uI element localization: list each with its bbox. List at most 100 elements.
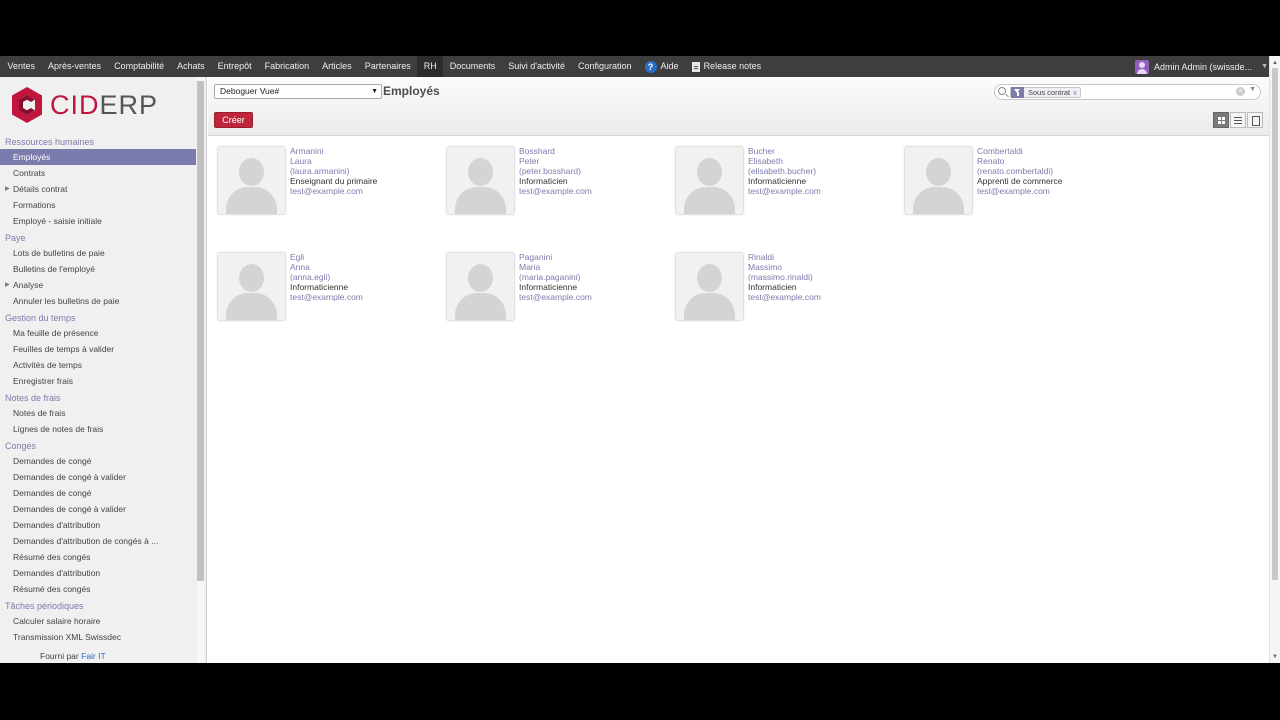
sidebar-item-bulletins-de-l-employe[interactable]: Bulletins de l'employé (0, 261, 196, 277)
view-switcher (1212, 112, 1263, 128)
expand-arrow-icon[interactable]: ▶ (5, 181, 10, 197)
employee-first-name: Anna (290, 262, 310, 272)
sidebar-item-feuilles-de-temps-a-valider[interactable]: Feuilles de temps à valider (0, 341, 196, 357)
sidebar-item-demandes-de-conge[interactable]: Demandes de congé (0, 453, 196, 469)
sidebar-item-label: Demandes de congé (13, 488, 92, 498)
search-options-icon[interactable]: ▼ (1249, 86, 1256, 93)
employee-last-name: Rinaldi (748, 252, 774, 262)
sidebar-item-enregistrer-frais[interactable]: Enregistrer frais (0, 373, 196, 389)
employee-card[interactable]: Egli Anna (anna.egli) Informaticienne test@e… (216, 250, 431, 322)
sidebar-item-demandes-de-conge-a-valider[interactable]: Demandes de congé à valider (0, 501, 196, 517)
menu-item-documents[interactable]: Documents (443, 56, 502, 77)
sidebar-item-notes-de-frais[interactable]: Notes de frais (0, 405, 196, 421)
employee-card[interactable]: Rinaldi Massimo (massimo.rinaldi) Informati… (674, 250, 889, 322)
sidebar-item-resume-des-conges[interactable]: Résumé des congés (0, 581, 196, 597)
sidebar-item-activites-de-temps[interactable]: Activités de temps (0, 357, 196, 373)
page-title: Employés (383, 84, 440, 98)
menu-item-entrepot[interactable]: Entrepôt (211, 56, 258, 77)
menu-item-comptabilite[interactable]: Comptabilité (108, 56, 171, 77)
menu-item-achats[interactable]: Achats (171, 56, 212, 77)
expand-arrow-icon[interactable]: ▶ (5, 277, 10, 293)
employee-email[interactable]: test@example.com (290, 186, 377, 196)
sidebar-item-demandes-de-conge-a-valider[interactable]: Demandes de congé à valider (0, 469, 196, 485)
sidebar-item-demandes-d-attribution[interactable]: Demandes d'attribution (0, 565, 196, 581)
scroll-up-icon[interactable]: ▲ (1272, 60, 1278, 66)
employee-photo-placeholder-icon (447, 147, 514, 214)
sidebar-item-employe-saisie-initiale[interactable]: Employé - saisie initiale (0, 213, 196, 229)
sidebar-item-label: Résumé des congés (13, 552, 91, 562)
sidebar-item-ma-feuille-de-presence[interactable]: Ma feuille de présence (0, 325, 196, 341)
menu-item-articles[interactable]: Articles (316, 56, 359, 77)
sidebar-item-label: Résumé des congés (13, 584, 91, 594)
sidebar-item-contrats[interactable]: Contrats (0, 165, 196, 181)
debug-view-select[interactable]: Deboguer Vue# ▼ (214, 84, 382, 99)
employee-info: Egli Anna (anna.egli) Informaticienne test@e… (290, 252, 363, 302)
sidebar-item-analyse[interactable]: ▶ Analyse (0, 277, 196, 293)
employee-email[interactable]: test@example.com (519, 292, 592, 302)
create-button[interactable]: Créer (214, 112, 253, 128)
kanban-view-icon[interactable] (1213, 112, 1229, 128)
sidebar-item-formations[interactable]: Formations (0, 197, 196, 213)
sidebar-item-demandes-de-conge[interactable]: Demandes de congé (0, 485, 196, 501)
sidebar-item-label: Demandes de congé (13, 456, 92, 466)
menu-item-ventes[interactable]: Ventes (1, 56, 42, 77)
employee-email[interactable]: test@example.com (748, 186, 821, 196)
menu-item-partenaires[interactable]: Partenaires (358, 56, 417, 77)
menu-item-fabrication[interactable]: Fabrication (258, 56, 316, 77)
employee-card[interactable]: Armanini Laura (laura.armanini) Enseignant … (216, 144, 431, 216)
sidebar-item-label: Transmission XML Swissdec (13, 632, 122, 642)
menu-item-apres-ventes[interactable]: Après-ventes (42, 56, 108, 77)
employee-last-name: Bosshard (519, 146, 555, 156)
sidebar-item-label: Demandes d'attribution de congés à ... (13, 536, 159, 546)
employee-card[interactable]: Paganini Maria (maria.paganini) Informatici… (445, 250, 660, 322)
chevron-down-icon: ▼ (371, 88, 378, 95)
sidebar-item-label: Lots de bulletins de paie (13, 248, 105, 258)
remove-facet-button[interactable]: x (1073, 88, 1080, 97)
sidebar-scrollbar[interactable] (197, 77, 204, 663)
employee-email[interactable]: test@example.com (748, 292, 821, 302)
powered-by: Fourni par Fair IT (40, 651, 106, 661)
user-menu[interactable]: Admin Admin (swissde... ▼ (1135, 56, 1268, 77)
search-input[interactable]: Sous contrat x × ▼ (994, 84, 1261, 100)
sidebar-item-label: Annuler les bulletins de paie (13, 296, 120, 306)
sidebar-item-details-contrat[interactable]: ▶ Détails contrat (0, 181, 196, 197)
employee-login: (renato.combertaldi) (977, 166, 1054, 176)
employee-info: Paganini Maria (maria.paganini) Informatici… (519, 252, 592, 302)
form-view-icon[interactable] (1247, 112, 1263, 128)
employee-card[interactable]: Bosshard Peter (peter.bosshard) Informatici… (445, 144, 660, 216)
logo-text: CIDERP (50, 89, 159, 120)
sidebar-item-resume-des-conges[interactable]: Résumé des congés (0, 549, 196, 565)
clear-search-icon[interactable]: × (1236, 87, 1245, 96)
employee-photo-placeholder-icon (218, 253, 285, 320)
sidebar-item-calculer-salaire-horaire[interactable]: Calculer salaire horaire (0, 613, 196, 629)
employee-info: Bucher Elisabeth (elisabeth.bucher) Informa… (748, 146, 821, 196)
page-scrollbar[interactable]: ▲ ▼ (1269, 56, 1280, 663)
employee-first-name: Peter (519, 156, 540, 166)
employee-email[interactable]: test@example.com (290, 292, 363, 302)
sidebar-item-transmission-xml-swissdec[interactable]: Transmission XML Swissdec (0, 629, 196, 645)
employee-email[interactable]: test@example.com (977, 186, 1063, 196)
sidebar-item-annuler-les-bulletins-de-paie[interactable]: Annuler les bulletins de paie (0, 293, 196, 309)
menu-item-rh[interactable]: RH (417, 56, 444, 77)
employee-first-name: Elisabeth (748, 156, 783, 166)
sidebar-item-label: Bulletins de l'employé (13, 264, 95, 274)
sidebar-item-lignes-de-notes-de-frais[interactable]: Lignes de notes de frais (0, 421, 196, 437)
employee-email[interactable]: test@example.com (519, 186, 592, 196)
employee-last-name: Combertaldi (977, 146, 1023, 156)
powered-by-link[interactable]: Fair IT (81, 651, 106, 661)
employee-last-name: Egli (290, 252, 305, 262)
scroll-down-icon[interactable]: ▼ (1272, 654, 1278, 660)
menu-item-configuration[interactable]: Configuration (572, 56, 639, 77)
menu-item-suivi-d-activite[interactable]: Suivi d'activité (502, 56, 572, 77)
sidebar-item-demandes-d-attribution-de-conges-a[interactable]: Demandes d'attribution de congés à ... (0, 533, 196, 549)
menu-item-aide[interactable]: ? Aide (638, 56, 685, 77)
employee-first-name: Laura (290, 156, 312, 166)
employee-job: Informaticienne (519, 282, 578, 292)
sidebar-item-lots-de-bulletins-de-paie[interactable]: Lots de bulletins de paie (0, 245, 196, 261)
sidebar-item-demandes-d-attribution[interactable]: Demandes d'attribution (0, 517, 196, 533)
menu-item-release-notes[interactable]: Release notes (685, 56, 768, 77)
list-view-icon[interactable] (1230, 112, 1246, 128)
sidebar-item-employes[interactable]: Employés (0, 149, 196, 165)
employee-card[interactable]: Bucher Elisabeth (elisabeth.bucher) Informa… (674, 144, 889, 216)
employee-card[interactable]: Combertaldi Renato (renato.combertaldi) App… (903, 144, 1118, 216)
